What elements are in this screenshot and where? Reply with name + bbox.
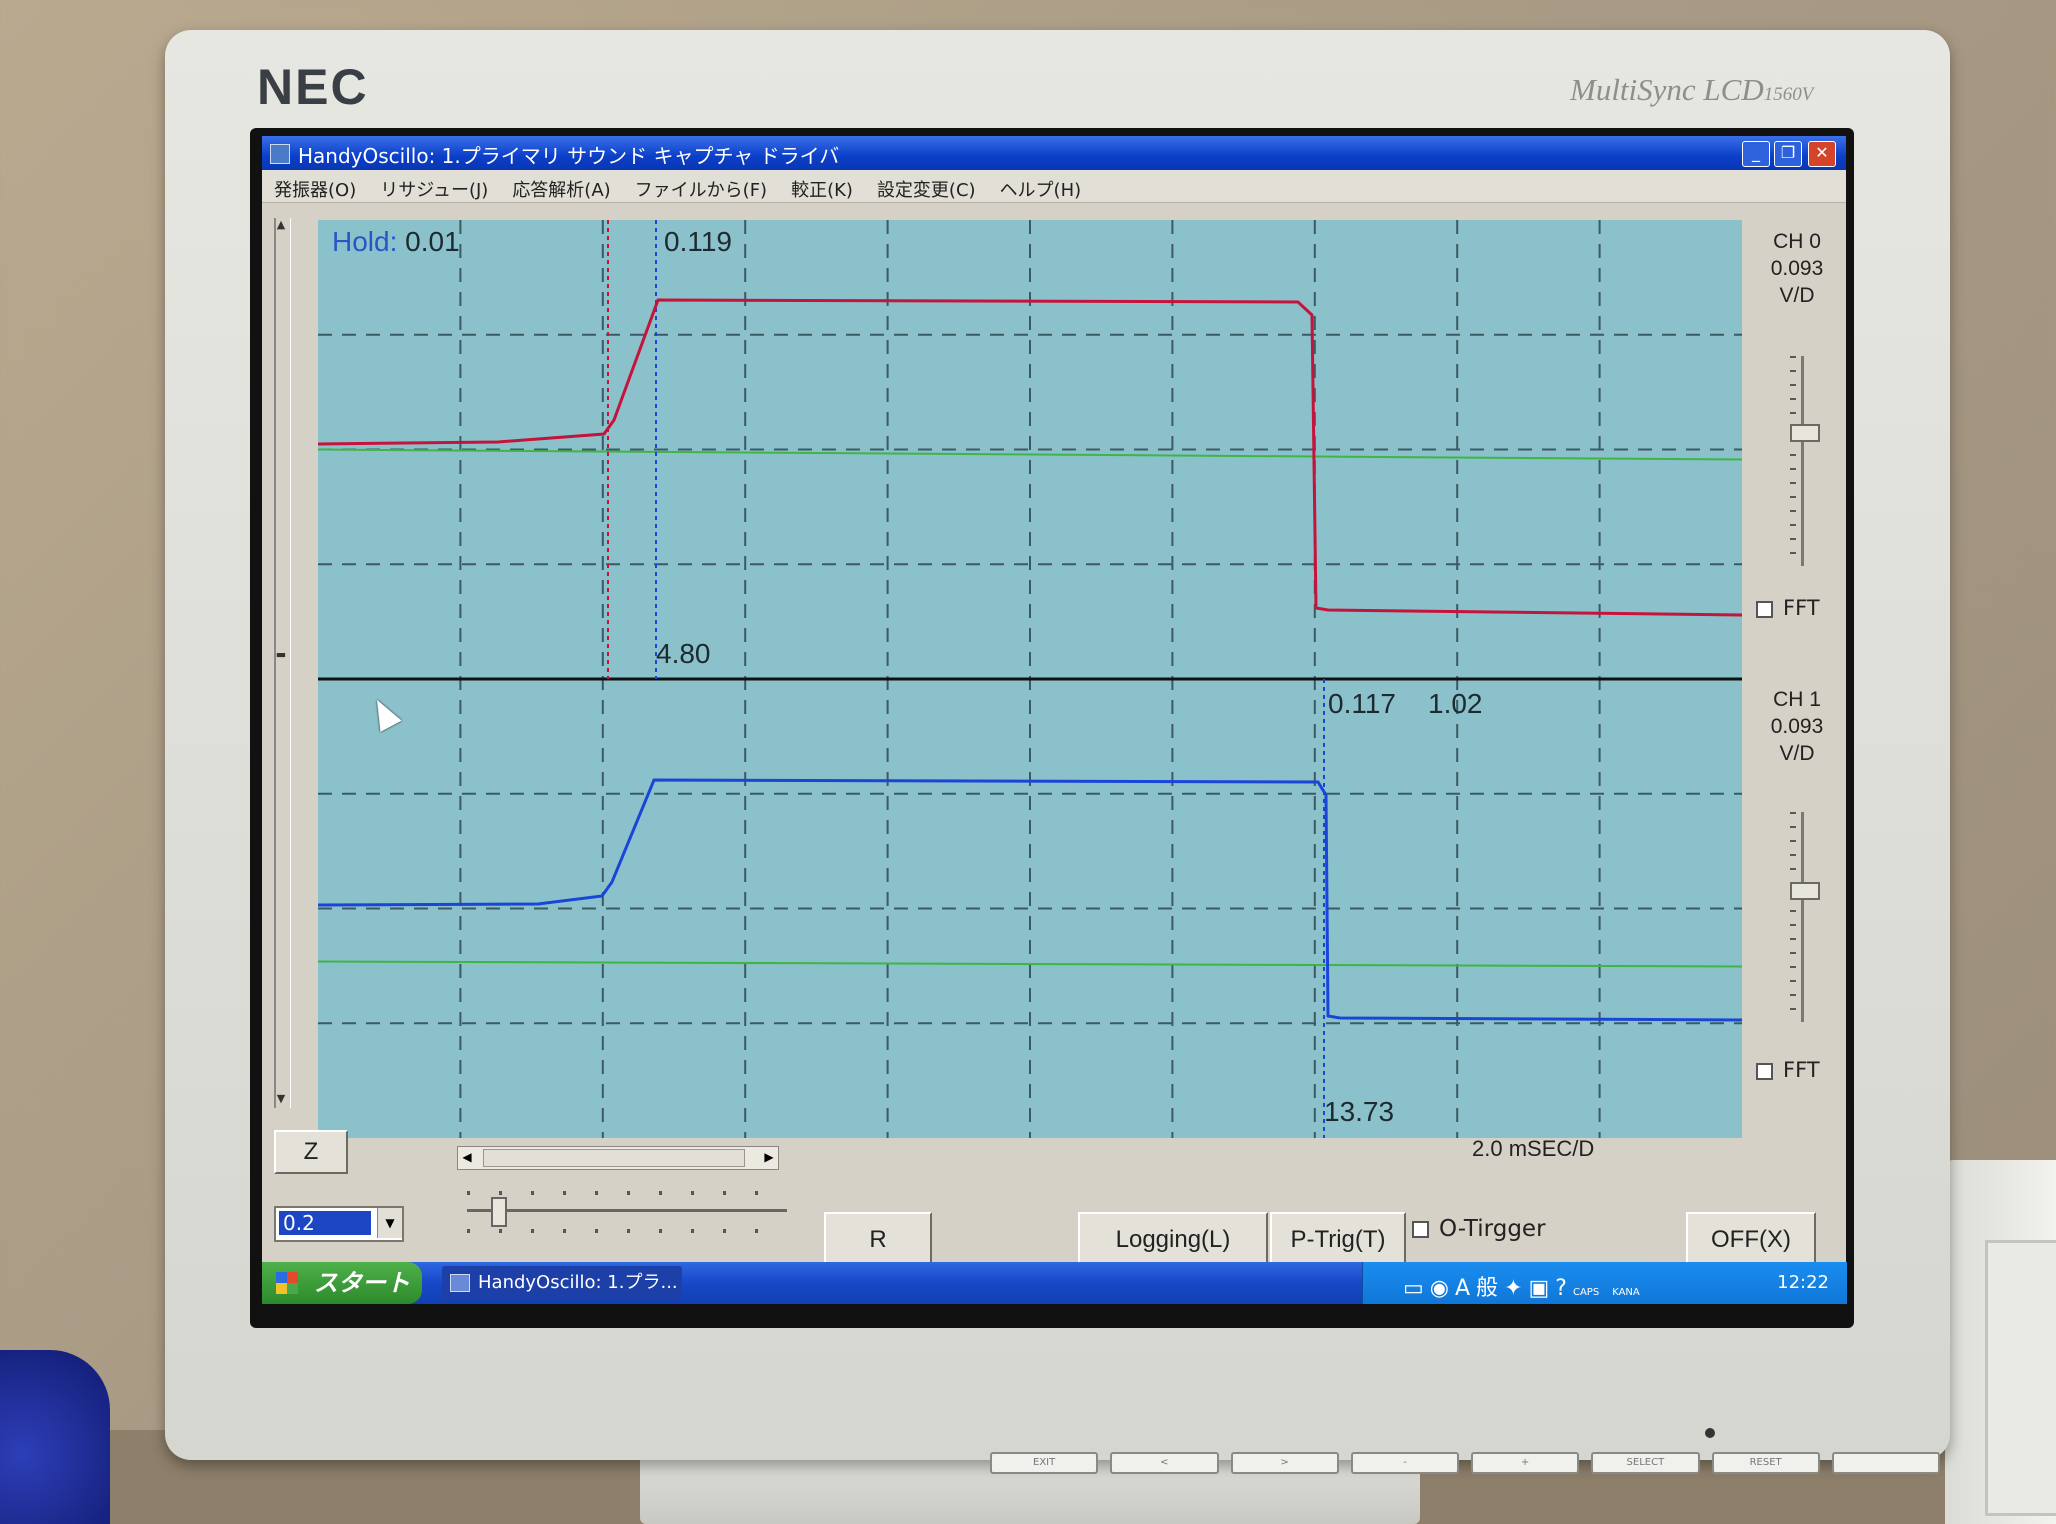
logging-button[interactable]: Logging(L) xyxy=(1078,1212,1268,1268)
checkbox-icon[interactable] xyxy=(1412,1221,1429,1238)
menu-calibration[interactable]: 較正(K) xyxy=(779,170,865,202)
start-button[interactable]: スタート xyxy=(262,1262,422,1304)
close-button[interactable]: ✕ xyxy=(1808,141,1836,167)
side-device xyxy=(1945,1160,2056,1524)
hold-readout: Hold: 0.01 xyxy=(332,226,460,257)
menu-oscillator[interactable]: 発振器(O) xyxy=(262,170,368,202)
app-icon xyxy=(270,144,290,164)
monitor-button-right[interactable]: > xyxy=(1230,1452,1339,1474)
window-title: HandyOscillo: 1.プライマリ サウンド キャプチャ ドライバ xyxy=(298,144,840,168)
timebase-slider-thumb[interactable] xyxy=(491,1197,507,1227)
menu-settings[interactable]: 設定変更(C) xyxy=(865,170,988,202)
chevron-down-icon[interactable]: ▼ xyxy=(377,1208,402,1238)
off-button[interactable]: OFF(X) xyxy=(1686,1212,1816,1268)
model-label: MultiSync LCD1560V xyxy=(1570,72,1814,107)
scroll-marker-icon[interactable]: ▬ xyxy=(274,648,288,661)
scroll-down-icon[interactable]: ▼ xyxy=(274,1092,288,1105)
reset-r-button[interactable]: R xyxy=(824,1212,932,1268)
scroll-left-icon[interactable]: ◀ xyxy=(458,1147,476,1167)
scope-plot xyxy=(318,220,1742,1138)
ch1-info: CH 1 0.093 V/D xyxy=(1752,686,1842,767)
time-per-division: 2.0 mSEC/D xyxy=(1472,1136,1595,1161)
maximize-button[interactable]: ❐ xyxy=(1774,141,1802,167)
network-icon[interactable]: ▭ xyxy=(1403,1276,1430,1301)
checkbox-icon[interactable] xyxy=(1756,600,1773,618)
menu-bar: 発振器(O) リサジュー(J) 応答解析(A) ファイルから(F) 較正(K) … xyxy=(262,170,1846,203)
ch1-cursor-top-value-b: 1.02 xyxy=(1428,688,1483,719)
menu-lissajous[interactable]: リサジュー(J) xyxy=(368,170,500,202)
brand-logo: NEC xyxy=(257,59,369,115)
clock: 12:22 xyxy=(1777,1272,1829,1293)
ime-pad-icon[interactable]: ▣ xyxy=(1529,1276,1556,1301)
ch1-cursor-top-value-a: 0.117 xyxy=(1328,688,1396,719)
taskbar: スタート HandyOscillo: 1.プラ... ▭◉A般✦▣?CAPS K… xyxy=(262,1262,1847,1304)
ch1-name: CH 1 xyxy=(1773,688,1821,711)
monitor-button-power[interactable] xyxy=(1831,1452,1940,1474)
ch1-unit: V/D xyxy=(1779,742,1815,765)
zoom-combo-value[interactable]: 0.2 xyxy=(279,1211,371,1235)
scroll-up-icon[interactable]: ▲ xyxy=(274,218,288,231)
monitor-button-select[interactable]: SELECT xyxy=(1591,1452,1700,1474)
menu-response-analysis[interactable]: 応答解析(A) xyxy=(500,170,622,202)
scroll-right-icon[interactable]: ▶ xyxy=(760,1147,778,1167)
ch0-gain-slider[interactable] xyxy=(1782,356,1822,566)
p-trig-button[interactable]: P-Trig(T) xyxy=(1270,1212,1406,1268)
scroll-thumb[interactable] xyxy=(483,1149,745,1167)
kana-indicator: KANA xyxy=(1612,1287,1640,1298)
ch0-unit: V/D xyxy=(1779,284,1815,307)
checkbox-icon[interactable] xyxy=(1756,1062,1773,1080)
monitor-button-plus[interactable]: + xyxy=(1471,1452,1580,1474)
power-led xyxy=(1705,1428,1715,1438)
app-window: HandyOscillo: 1.プライマリ サウンド キャプチャ ドライバ _ … xyxy=(262,136,1847,1304)
minimize-button[interactable]: _ xyxy=(1742,141,1770,167)
monitor-button-left[interactable]: < xyxy=(1110,1452,1219,1474)
ch1-gain-slider[interactable] xyxy=(1782,812,1822,1022)
ch0-cursor-bottom-value: 4.80 xyxy=(656,638,711,669)
monitor-button-minus[interactable]: - xyxy=(1350,1452,1459,1474)
system-tray: ▭◉A般✦▣?CAPS KANA 12:22 xyxy=(1362,1262,1847,1304)
windows-flag-icon xyxy=(276,1272,298,1294)
ch1-fft-checkbox[interactable]: FFT xyxy=(1756,1058,1820,1082)
ch1-cursor-bottom-value: 13.73 xyxy=(1324,1096,1395,1127)
oscilloscope-display[interactable]: Hold: 0.01 0.119 4.80 0.117 1.02 13.73 xyxy=(318,220,1742,1138)
o-trigger-checkbox[interactable]: O-Tirgger xyxy=(1412,1216,1546,1242)
ch0-slider-thumb[interactable] xyxy=(1790,424,1820,442)
ch0-scale: 0.093 xyxy=(1770,257,1824,280)
title-bar[interactable]: HandyOscillo: 1.プライマリ サウンド キャプチャ ドライバ _ … xyxy=(262,136,1846,170)
ch0-name: CH 0 xyxy=(1773,230,1821,253)
volume-icon[interactable]: ◉ xyxy=(1430,1276,1455,1301)
monitor-button-reset[interactable]: RESET xyxy=(1711,1452,1820,1474)
blue-object xyxy=(0,1350,110,1524)
menu-help[interactable]: ヘルプ(H) xyxy=(988,170,1094,202)
monitor-button-exit[interactable]: EXIT xyxy=(990,1452,1099,1474)
help-icon[interactable]: ? xyxy=(1555,1276,1573,1301)
zero-button[interactable]: Z xyxy=(274,1130,348,1174)
menu-from-file[interactable]: ファイルから(F) xyxy=(623,170,779,202)
ime-tool-icon[interactable]: ✦ xyxy=(1504,1276,1528,1301)
monitor-front-buttons: EXIT < > - + SELECT RESET xyxy=(990,1452,1940,1474)
ch1-scale: 0.093 xyxy=(1770,715,1824,738)
caps-indicator: CAPS xyxy=(1572,1287,1600,1298)
ch0-info: CH 0 0.093 V/D xyxy=(1752,228,1842,309)
ch0-cursor-top-value: 0.119 xyxy=(664,226,732,257)
ch1-slider-thumb[interactable] xyxy=(1790,882,1820,900)
app-icon xyxy=(450,1274,470,1292)
tray-ime-icons[interactable]: ▭◉A般✦▣?CAPS KANA xyxy=(1403,1270,1640,1302)
taskbar-item-handyoscillo[interactable]: HandyOscillo: 1.プラ... xyxy=(442,1266,682,1300)
timebase-slider[interactable] xyxy=(457,1181,797,1241)
horizontal-scrollbar[interactable]: ◀ ▶ xyxy=(457,1146,779,1170)
vertical-scrollbar[interactable]: ▲ ▬ ▼ xyxy=(274,218,291,1108)
zoom-combo[interactable]: 0.2 ▼ xyxy=(274,1206,404,1242)
ime-mode[interactable]: A般 xyxy=(1455,1276,1504,1301)
ch0-fft-checkbox[interactable]: FFT xyxy=(1756,596,1820,620)
